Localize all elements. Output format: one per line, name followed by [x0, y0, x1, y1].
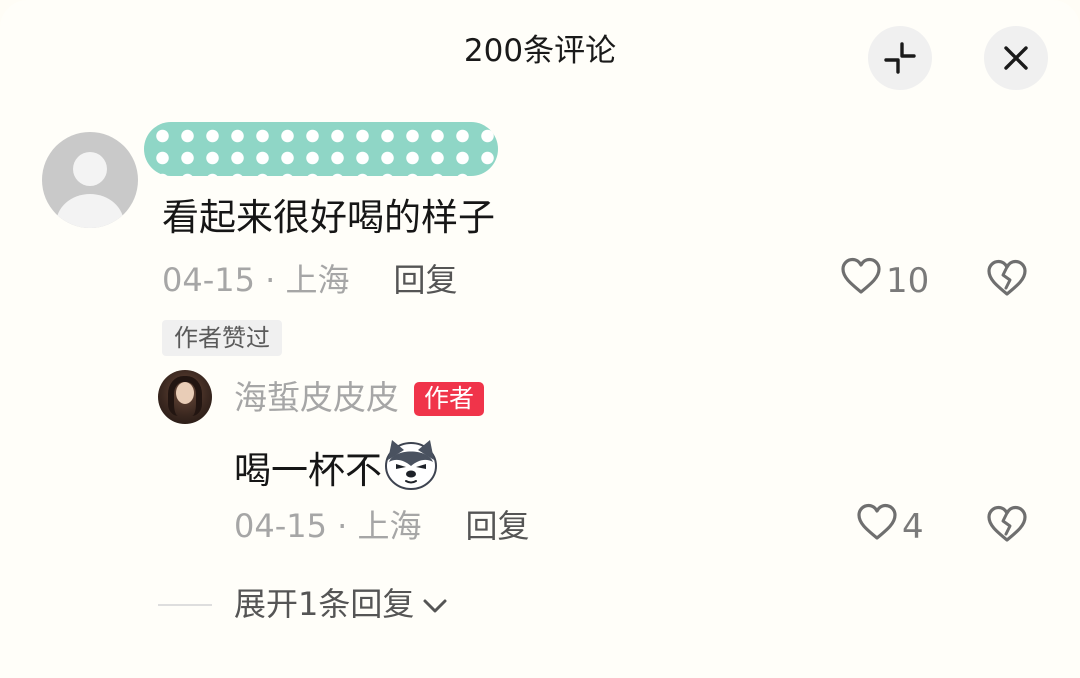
close-icon: [1002, 44, 1030, 72]
collapse-icon: [883, 41, 917, 75]
expand-replies-button[interactable]: 展开1条回复: [234, 582, 448, 626]
husky-dog-emoji-icon: [382, 436, 440, 506]
redacted-username[interactable]: [144, 122, 498, 176]
heart-icon: [840, 256, 886, 305]
reply-location: 上海: [357, 507, 422, 545]
comment-like-button[interactable]: 10: [840, 256, 929, 305]
reply-like-count: 4: [902, 506, 924, 547]
collapse-button[interactable]: [868, 26, 932, 90]
close-button[interactable]: [984, 26, 1048, 90]
comments-sheet: 200条评论 看起来很好喝的样子 04-15 · 上海 回复 10 作者赞过 海…: [0, 0, 1080, 678]
reply-like-button[interactable]: 4: [856, 502, 924, 551]
meta-separator: ·: [326, 507, 358, 545]
reply-text: 喝一杯不: [234, 449, 382, 492]
chevron-down-icon: [414, 582, 448, 626]
default-avatar-icon: [73, 152, 107, 186]
broken-heart-icon[interactable]: [986, 258, 1028, 302]
commenter-avatar[interactable]: [42, 132, 138, 228]
comment-date: 04-15: [162, 261, 255, 299]
reply-author-name[interactable]: 海蜇皮皮皮: [234, 374, 399, 422]
comment-like-count: 10: [886, 260, 930, 301]
reply-date: 04-15: [234, 507, 327, 545]
reply-author-avatar[interactable]: [158, 370, 212, 424]
author-liked-tag: 作者赞过: [162, 320, 282, 356]
reply-text-container: 喝一杯不: [234, 436, 440, 506]
reply-reply-button[interactable]: 回复: [466, 507, 530, 545]
broken-heart-icon[interactable]: [986, 504, 1028, 548]
comment-location: 上海: [285, 261, 350, 299]
expand-divider: [158, 604, 212, 606]
comment-text: 看起来很好喝的样子: [162, 196, 495, 239]
author-badge: 作者: [414, 382, 485, 416]
expand-replies-label: 展开1条回复: [234, 585, 415, 623]
comment-reply-button[interactable]: 回复: [394, 261, 458, 299]
reply-meta: 04-15 · 上海 回复: [234, 504, 530, 548]
meta-separator: ·: [254, 261, 286, 299]
heart-icon: [856, 502, 902, 551]
comment-meta: 04-15 · 上海 回复: [162, 258, 458, 302]
